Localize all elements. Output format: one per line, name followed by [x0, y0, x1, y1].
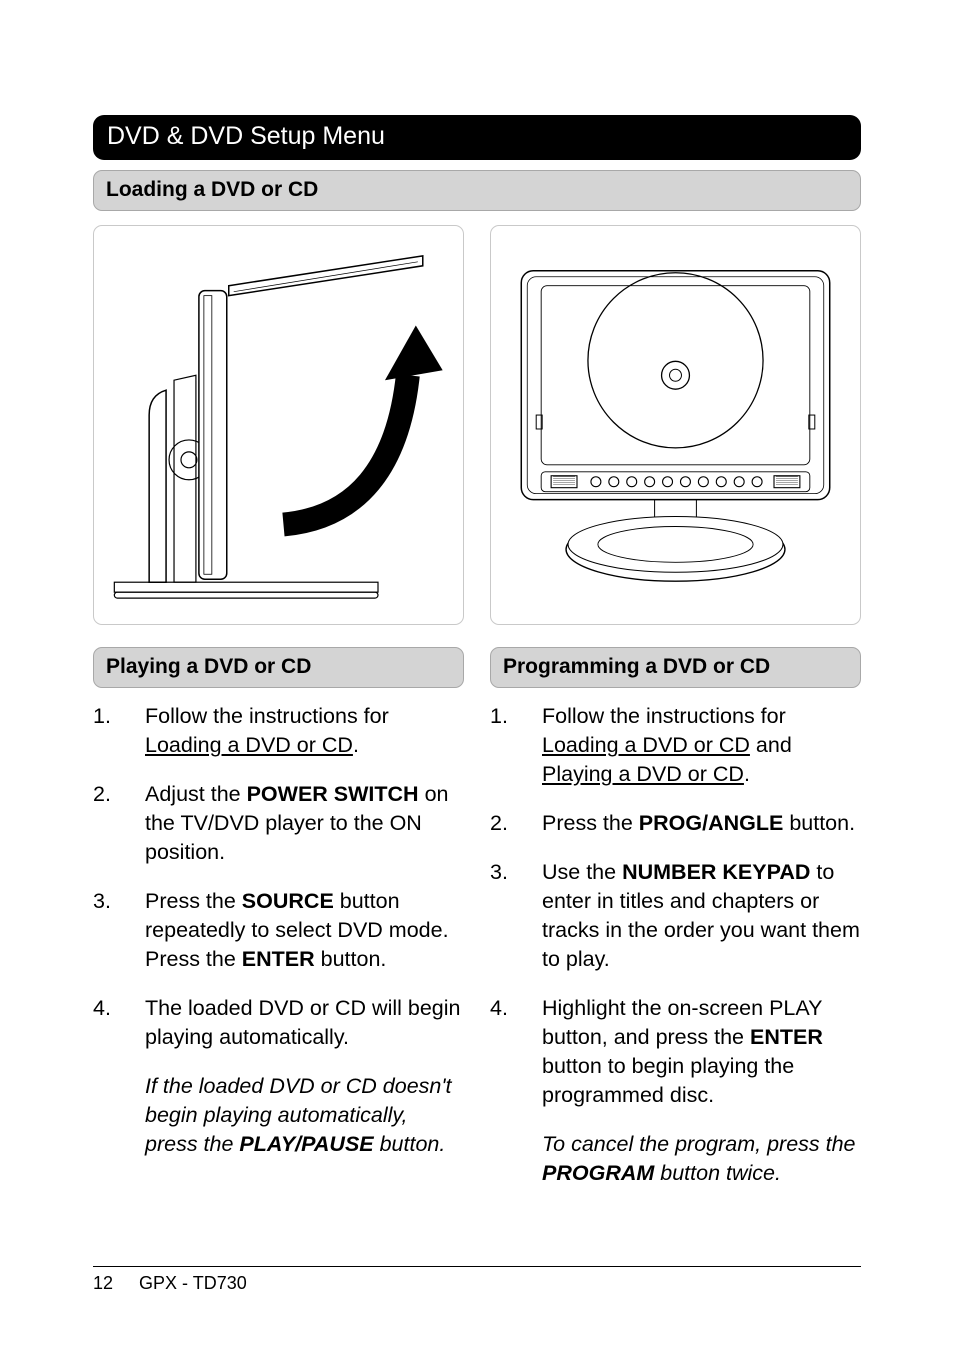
- bold-term: PROG/ANGLE: [639, 811, 784, 835]
- list-item: 4. Highlight the on-screen PLAY button, …: [490, 994, 861, 1188]
- playing-column: Playing a DVD or CD 1. Follow the instru…: [93, 647, 464, 1208]
- bold-term: PLAY/PAUSE: [239, 1132, 373, 1156]
- step-text: Adjust the POWER SWITCH on the TV/DVD pl…: [145, 780, 464, 867]
- illustration-row: [93, 225, 861, 625]
- step-number: 2.: [490, 809, 542, 838]
- step-number: 3.: [490, 858, 542, 974]
- step-text: The loaded DVD or CD will begin playing …: [145, 994, 464, 1159]
- step-number: 2.: [93, 780, 145, 867]
- step-number: 1.: [93, 702, 145, 760]
- tv-front-disc-icon: [491, 226, 860, 624]
- bold-term: PROGRAM: [542, 1161, 654, 1185]
- text-run: button twice.: [654, 1161, 781, 1185]
- page-number: 12: [93, 1273, 113, 1294]
- content-columns: Playing a DVD or CD 1. Follow the instru…: [93, 647, 861, 1208]
- programming-column: Programming a DVD or CD 1. Follow the in…: [490, 647, 861, 1208]
- illustration-front-view: [490, 225, 861, 625]
- text-run: The loaded DVD or CD will begin playing …: [145, 994, 464, 1052]
- link-playing: Playing a DVD or CD: [542, 762, 744, 786]
- list-item: 2. Adjust the POWER SWITCH on the TV/DVD…: [93, 780, 464, 867]
- text-run: Press the: [145, 889, 242, 913]
- step-text: Follow the instructions for Loading a DV…: [542, 702, 861, 789]
- page-footer: 12 GPX - TD730: [93, 1266, 861, 1294]
- step-text: Highlight the on-screen PLAY button, and…: [542, 994, 861, 1188]
- text-run: Use the: [542, 860, 622, 884]
- bold-term: ENTER: [242, 947, 315, 971]
- list-item: 4. The loaded DVD or CD will begin playi…: [93, 994, 464, 1159]
- bold-term: POWER SWITCH: [247, 782, 419, 806]
- step-number: 1.: [490, 702, 542, 789]
- section-title: DVD & DVD Setup Menu: [93, 115, 861, 160]
- bold-term: NUMBER KEYPAD: [622, 860, 810, 884]
- page: DVD & DVD Setup Menu Loading a DVD or CD: [0, 0, 954, 1354]
- text-run: button.: [374, 1132, 446, 1156]
- text-run: Follow the instructions for: [145, 704, 389, 728]
- illustration-side-view: [93, 225, 464, 625]
- bold-term: ENTER: [750, 1025, 823, 1049]
- step-text: Press the PROG/ANGLE button.: [542, 809, 861, 838]
- text-block: Highlight the on-screen PLAY button, and…: [542, 994, 861, 1110]
- playing-steps: 1. Follow the instructions for Loading a…: [93, 702, 464, 1159]
- text-run: .: [744, 762, 750, 786]
- programming-heading: Programming a DVD or CD: [490, 647, 861, 688]
- step-text: Use the NUMBER KEYPAD to enter in titles…: [542, 858, 861, 974]
- step-number: 4.: [490, 994, 542, 1188]
- text-run: Follow the instructions for: [542, 704, 786, 728]
- list-item: 3. Press the SOURCE button repeatedly to…: [93, 887, 464, 974]
- step-text: Follow the instructions for Loading a DV…: [145, 702, 464, 760]
- loading-heading: Loading a DVD or CD: [93, 170, 861, 211]
- text-run: Press the: [542, 811, 639, 835]
- list-item: 2. Press the PROG/ANGLE button.: [490, 809, 861, 838]
- text-run: button.: [315, 947, 387, 971]
- link-loading: Loading a DVD or CD: [145, 733, 353, 757]
- model-label: GPX - TD730: [139, 1273, 247, 1294]
- programming-note: To cancel the program, press the PROGRAM…: [542, 1132, 856, 1185]
- text-run: .: [353, 733, 359, 757]
- list-item: 1. Follow the instructions for Loading a…: [490, 702, 861, 789]
- link-loading: Loading a DVD or CD: [542, 733, 750, 757]
- list-item: 3. Use the NUMBER KEYPAD to enter in tit…: [490, 858, 861, 974]
- text-run: To cancel the program, press the: [542, 1132, 856, 1156]
- text-run: Adjust the: [145, 782, 247, 806]
- programming-steps: 1. Follow the instructions for Loading a…: [490, 702, 861, 1188]
- bold-term: SOURCE: [242, 889, 334, 913]
- step-number: 3.: [93, 887, 145, 974]
- list-item: 1. Follow the instructions for Loading a…: [93, 702, 464, 760]
- playing-heading: Playing a DVD or CD: [93, 647, 464, 688]
- text-run: button.: [783, 811, 855, 835]
- text-run: button to begin playing the programmed d…: [542, 1054, 794, 1107]
- playing-note: If the loaded DVD or CD doesn't begin pl…: [145, 1074, 451, 1156]
- text-run: and: [750, 733, 792, 757]
- tv-side-open-icon: [94, 226, 463, 624]
- step-number: 4.: [93, 994, 145, 1159]
- step-text: Press the SOURCE button repeatedly to se…: [145, 887, 464, 974]
